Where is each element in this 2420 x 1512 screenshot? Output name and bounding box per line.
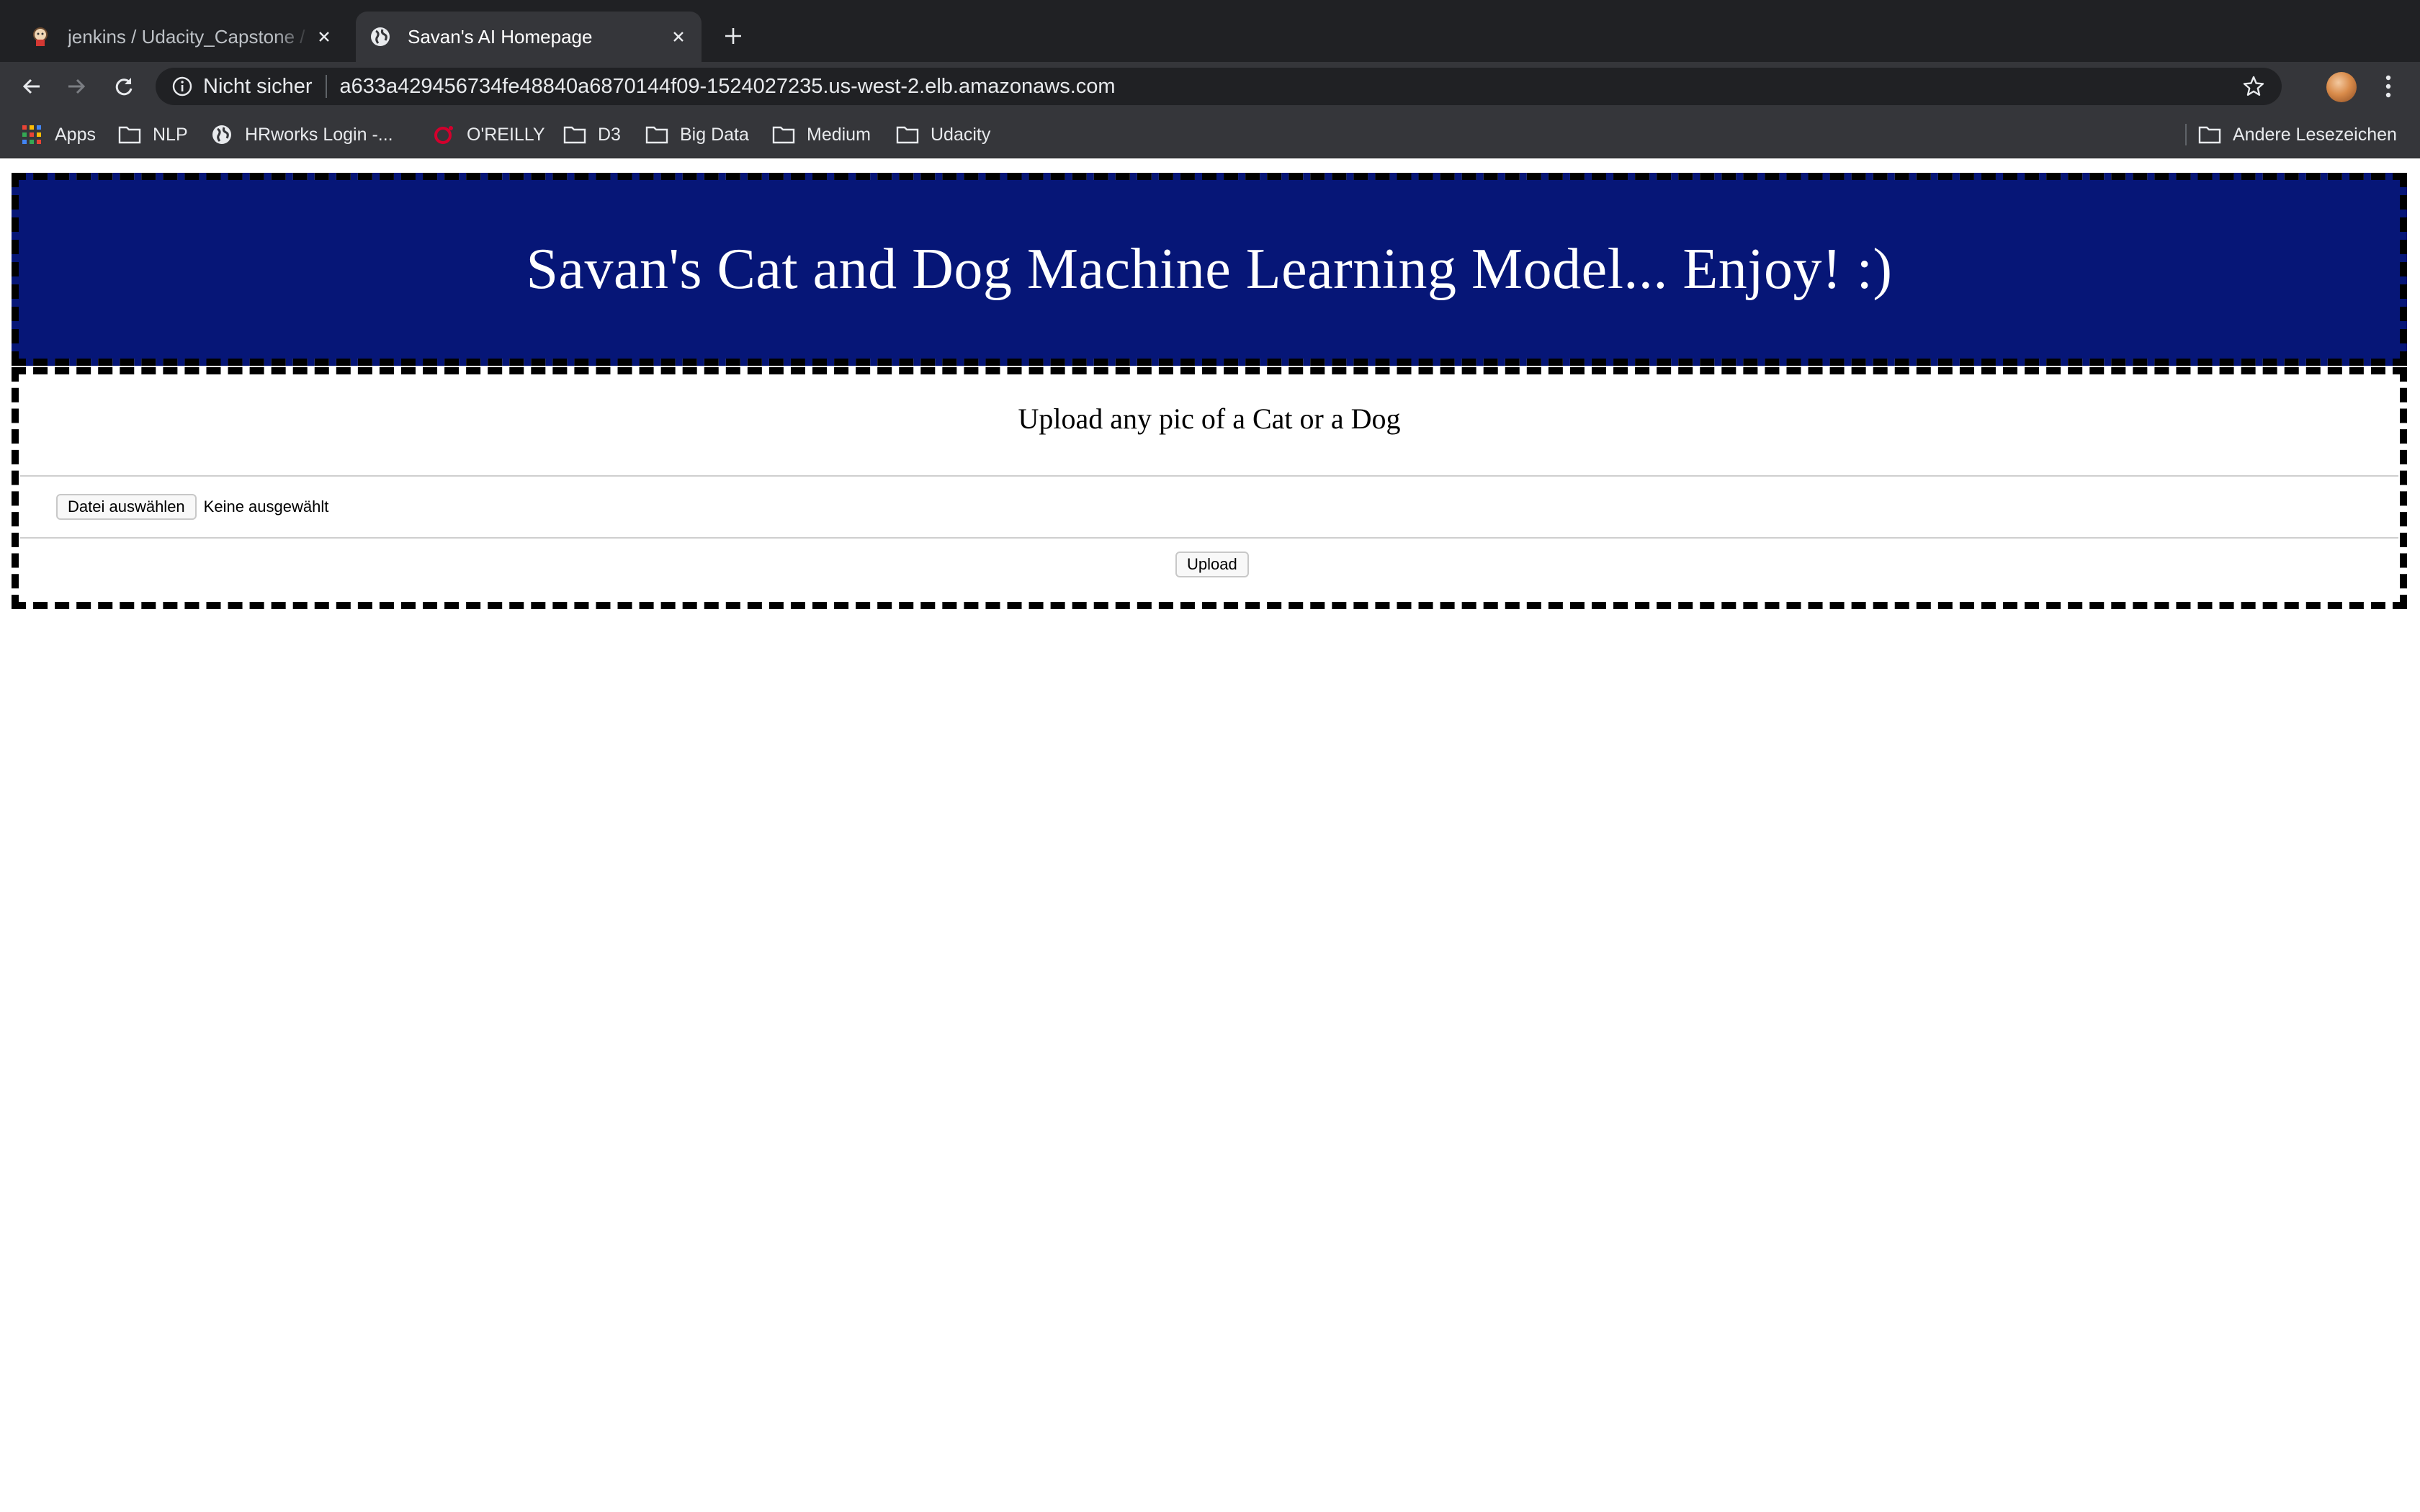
bookmark-d3[interactable]: D3 xyxy=(563,120,621,150)
other-bookmarks-label: Andere Lesezeichen xyxy=(2233,124,2397,145)
new-tab-plus-icon[interactable] xyxy=(717,20,749,52)
bookmark-big-data[interactable]: Big Data xyxy=(645,120,749,150)
divider xyxy=(20,475,2398,477)
bookmarks-bar: Apps NLP HRworks Login -... O'REILLY D3 … xyxy=(0,111,2420,158)
back-arrow-icon[interactable] xyxy=(14,69,49,104)
bookmark-medium[interactable]: Medium xyxy=(772,120,871,150)
other-bookmarks[interactable]: Andere Lesezeichen xyxy=(2198,120,2397,150)
bookmark-udacity[interactable]: Udacity xyxy=(896,120,990,150)
bookmark-label: NLP xyxy=(153,124,188,145)
oreilly-icon xyxy=(432,123,455,146)
bookmark-apps[interactable]: Apps xyxy=(20,120,96,150)
upload-heading: Upload any pic of a Cat or a Dog xyxy=(1018,402,1401,435)
apps-grid-icon xyxy=(20,123,43,146)
bookmark-label: HRworks Login -... xyxy=(245,124,393,145)
close-tab-icon[interactable] xyxy=(311,24,337,50)
file-input[interactable]: Datei auswählen Keine ausgewählt xyxy=(56,494,328,520)
security-status-label[interactable]: Nicht sicher xyxy=(203,75,313,99)
globe-icon xyxy=(210,123,233,146)
bookmark-label: Big Data xyxy=(680,124,749,145)
divider xyxy=(20,537,2398,539)
tab-jenkins[interactable]: jenkins / Udacity_Capstone / master xyxy=(16,12,347,62)
file-status-text: Keine ausgewählt xyxy=(203,498,329,516)
profile-avatar[interactable] xyxy=(2326,72,2357,102)
browser-toolbar: Nicht sicher a633a429456734fe48840a68701… xyxy=(0,62,2420,111)
info-icon[interactable] xyxy=(170,74,194,99)
bookmark-label: Apps xyxy=(55,124,96,145)
bookmark-label: D3 xyxy=(598,124,621,145)
bookmark-label: Medium xyxy=(807,124,871,145)
upload-form: Upload any pic of a Cat or a Dog Datei a… xyxy=(12,367,2407,609)
address-separator xyxy=(325,75,327,98)
forward-arrow-icon[interactable] xyxy=(59,69,94,104)
kebab-menu-icon[interactable] xyxy=(2374,71,2403,102)
header-banner: Savan's Cat and Dog Machine Learning Mod… xyxy=(12,173,2407,366)
browser-tab-strip: jenkins / Udacity_Capstone / master Sava… xyxy=(0,0,2420,62)
folder-icon xyxy=(118,123,141,146)
folder-icon xyxy=(2198,123,2221,146)
bookmark-label: Udacity xyxy=(931,124,991,145)
page-title: Savan's Cat and Dog Machine Learning Mod… xyxy=(526,237,1893,301)
reload-icon[interactable] xyxy=(107,69,141,104)
tab-title: jenkins / Udacity_Capstone / master xyxy=(68,25,311,48)
choose-file-button[interactable]: Datei auswählen xyxy=(56,494,197,520)
jenkins-icon xyxy=(29,25,52,48)
folder-icon xyxy=(772,123,795,146)
bookmark-label: O'REILLY xyxy=(467,124,545,145)
bookmark-star-icon[interactable] xyxy=(2241,74,2266,99)
bookmarks-divider xyxy=(2185,124,2187,145)
tab-savans-ai-homepage[interactable]: Savan's AI Homepage xyxy=(356,12,702,62)
close-tab-icon[interactable] xyxy=(666,24,691,50)
folder-icon xyxy=(563,123,586,146)
page-viewport: Savan's Cat and Dog Machine Learning Mod… xyxy=(0,158,2420,1512)
address-bar[interactable]: Nicht sicher a633a429456734fe48840a68701… xyxy=(156,68,2282,105)
bookmark-oreilly[interactable]: O'REILLY xyxy=(432,120,545,150)
url-text[interactable]: a633a429456734fe48840a6870144f09-1524027… xyxy=(340,75,1116,99)
globe-icon xyxy=(369,25,392,48)
bookmark-hrworks[interactable]: HRworks Login -... xyxy=(210,120,393,150)
bookmark-nlp[interactable]: NLP xyxy=(118,120,188,150)
upload-button[interactable]: Upload xyxy=(1175,552,1249,577)
folder-icon xyxy=(645,123,668,146)
folder-icon xyxy=(896,123,919,146)
tab-title: Savan's AI Homepage xyxy=(408,25,593,48)
